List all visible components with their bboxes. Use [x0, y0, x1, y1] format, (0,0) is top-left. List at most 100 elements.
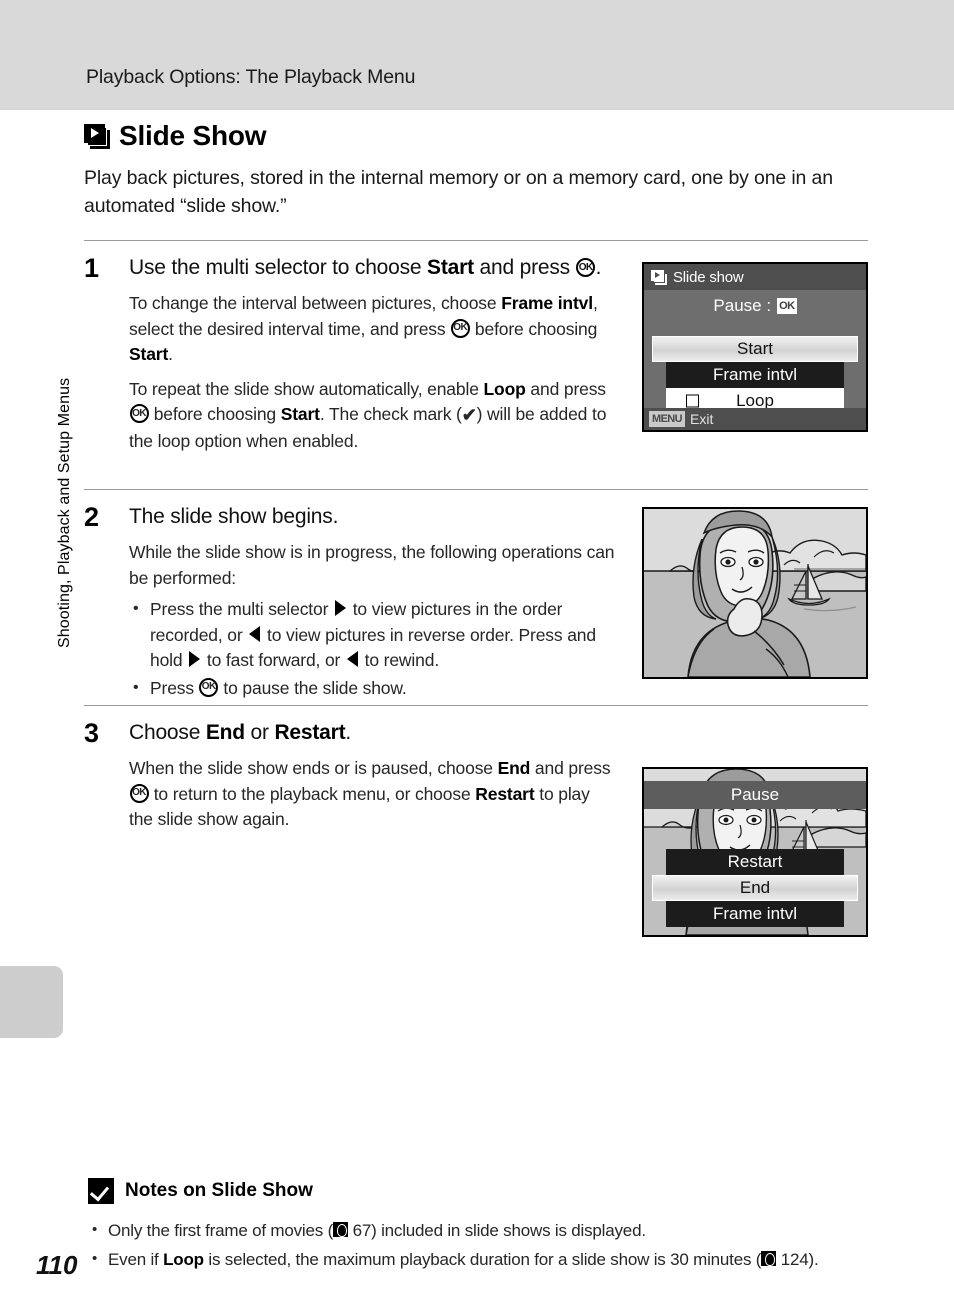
checkmark-icon: ✔: [461, 405, 477, 425]
divider-rule-1: [84, 240, 868, 241]
s1h-b: and press: [473, 256, 576, 279]
lcd-menu-item-label: End: [739, 878, 771, 897]
s1p2-a: To repeat the slide show automatically, …: [129, 378, 484, 399]
lcd-footer-label: Exit: [690, 411, 714, 427]
loop-checkbox[interactable]: [686, 394, 699, 408]
section-title-text: Slide Show: [119, 120, 267, 151]
note-1-a: Only the first frame of movies (: [108, 1221, 334, 1240]
note-2-page-ref: 124: [780, 1250, 809, 1269]
arrow-left-icon: [249, 625, 261, 642]
lcd-footer-bar: MENU Exit: [644, 408, 866, 430]
lcd-menu-item-label: Restart: [727, 852, 783, 871]
ok-button-icon: [129, 783, 149, 803]
lcd-menu-item-frame-intvl[interactable]: Frame intvl: [666, 362, 844, 388]
s1h-a: Use the multi selector to choose: [129, 256, 428, 279]
lcd-paused-menu-list: Restart End Frame intvl: [644, 849, 866, 927]
step-1-paragraph-2: To repeat the slide show automatically, …: [129, 377, 614, 455]
ok-button-badge: OK: [777, 298, 797, 314]
list-item: Press the multi selector to view picture…: [129, 596, 619, 674]
s3h-restart: Restart: [274, 721, 346, 744]
chapter-tab: [0, 966, 63, 1038]
slideshow-stack-icon: [84, 123, 110, 149]
ok-button-icon: [450, 318, 470, 338]
arrow-left-icon: [346, 651, 358, 667]
ok-button-icon: [199, 677, 219, 697]
s3p-a: When the slide show ends or is paused, c…: [129, 758, 498, 778]
step-1-heading: Use the multi selector to choose Start a…: [129, 253, 614, 282]
page-header-band: [0, 0, 954, 110]
lcd-menu-item-end[interactable]: End: [652, 875, 858, 901]
s3p-end: End: [497, 758, 531, 778]
s3h-a: Choose: [129, 721, 206, 744]
note-1-page-ref: 67: [352, 1221, 372, 1240]
photo-illustration: [644, 509, 866, 677]
s1p2-b: and press: [525, 378, 606, 399]
s1p1-frame-intvl: Frame intvl: [501, 293, 593, 313]
lcd-title-bar: Slide show: [644, 264, 866, 290]
lcd-menu-list: Start Frame intvl Loop: [644, 336, 866, 414]
divider-rule-3: [84, 705, 868, 706]
lcd-menu-item-label: Start: [737, 339, 773, 358]
s3p-c: to return to the playback menu, or choos…: [149, 783, 476, 804]
lcd-menu-item-restart[interactable]: Restart: [666, 849, 844, 875]
menu-button-badge: MENU: [649, 411, 685, 427]
ok-button-icon: [576, 258, 596, 277]
step-2-heading: The slide show begins.: [129, 505, 339, 528]
s1p2-c: before choosing: [149, 404, 281, 424]
list-item: Press to pause the slide show.: [129, 675, 619, 702]
ok-button-icon: [129, 404, 149, 423]
section-title: Slide Show: [84, 120, 267, 151]
notes-heading: Notes on Slide Show: [88, 1178, 313, 1204]
section-intro: Play back pictures, stored in the intern…: [84, 167, 833, 217]
step-2-paragraph: While the slide show is in progress, the…: [129, 542, 615, 588]
lcd-menu-item-label: Frame intvl: [712, 365, 798, 384]
lcd-pause-hint: Pause : OK: [644, 290, 866, 322]
s1p2-d: . The check mark (: [319, 404, 462, 424]
slideshow-stack-icon: [651, 269, 667, 285]
s3h-c: .: [345, 721, 352, 744]
s1h-c: .: [595, 256, 602, 279]
step-3-heading: Choose End or Restart.: [129, 718, 614, 747]
arrow-right-icon: [334, 600, 346, 616]
lcd-menu-item-start[interactable]: Start: [652, 336, 858, 362]
note-2-loop: Loop: [163, 1250, 204, 1269]
step-2-number: 2: [84, 502, 100, 532]
step-2-bullets: Press the multi selector to view picture…: [129, 596, 619, 702]
lcd-pause-label: Pause :: [713, 296, 772, 315]
checkmark-badge-icon: [88, 1178, 114, 1204]
lcd-menu-item-frame-intvl[interactable]: Frame intvl: [666, 901, 844, 927]
list-item: Even if Loop is selected, the maximum pl…: [88, 1244, 878, 1274]
note-1-b: ) included in slide shows is displayed.: [371, 1221, 646, 1240]
notes-list: Only the first frame of movies ( 67) inc…: [88, 1215, 878, 1274]
lcd-paused-menu: Pause Restart End Frame intvl: [642, 767, 868, 937]
note-2-b: is selected, the maximum playback durati…: [203, 1250, 762, 1269]
s1p1-c: before choosing: [470, 318, 598, 339]
notes-title: Notes on Slide Show: [125, 1180, 313, 1201]
step-1-paragraph-1: To change the interval between pictures,…: [129, 291, 614, 368]
list-item: Only the first frame of movies ( 67) inc…: [88, 1215, 878, 1245]
divider-rule-2: [84, 489, 868, 490]
note-2-a: Even if: [108, 1250, 164, 1269]
arrow-right-icon: [189, 651, 201, 667]
reference-book-icon: [761, 1251, 777, 1266]
note-2-c: ).: [808, 1250, 819, 1269]
s3h-end: End: [205, 721, 245, 744]
lcd-menu-item-label: Frame intvl: [712, 904, 798, 923]
page-number: 110: [36, 1250, 78, 1280]
lcd-title: Slide show: [673, 268, 744, 286]
figure-slideshow-photo: [642, 507, 868, 679]
s3h-b: or: [244, 721, 275, 744]
step-1-number: 1: [84, 253, 100, 283]
s1p2-start: Start: [280, 404, 320, 424]
s1p1-start: Start: [129, 344, 169, 364]
reference-book-icon: [333, 1222, 349, 1237]
step-3-number: 3: [84, 718, 100, 748]
s1p1-d: .: [168, 344, 173, 364]
s3p-restart: Restart: [475, 783, 535, 804]
s1p1-a: To change the interval between pictures,…: [129, 293, 502, 313]
lcd-pause-status: Pause: [644, 781, 866, 809]
s1h-start: Start: [427, 256, 474, 279]
step-3-paragraph: When the slide show ends or is paused, c…: [129, 756, 614, 833]
s3p-b: and press: [530, 758, 611, 778]
s1p2-loop: Loop: [483, 378, 526, 399]
